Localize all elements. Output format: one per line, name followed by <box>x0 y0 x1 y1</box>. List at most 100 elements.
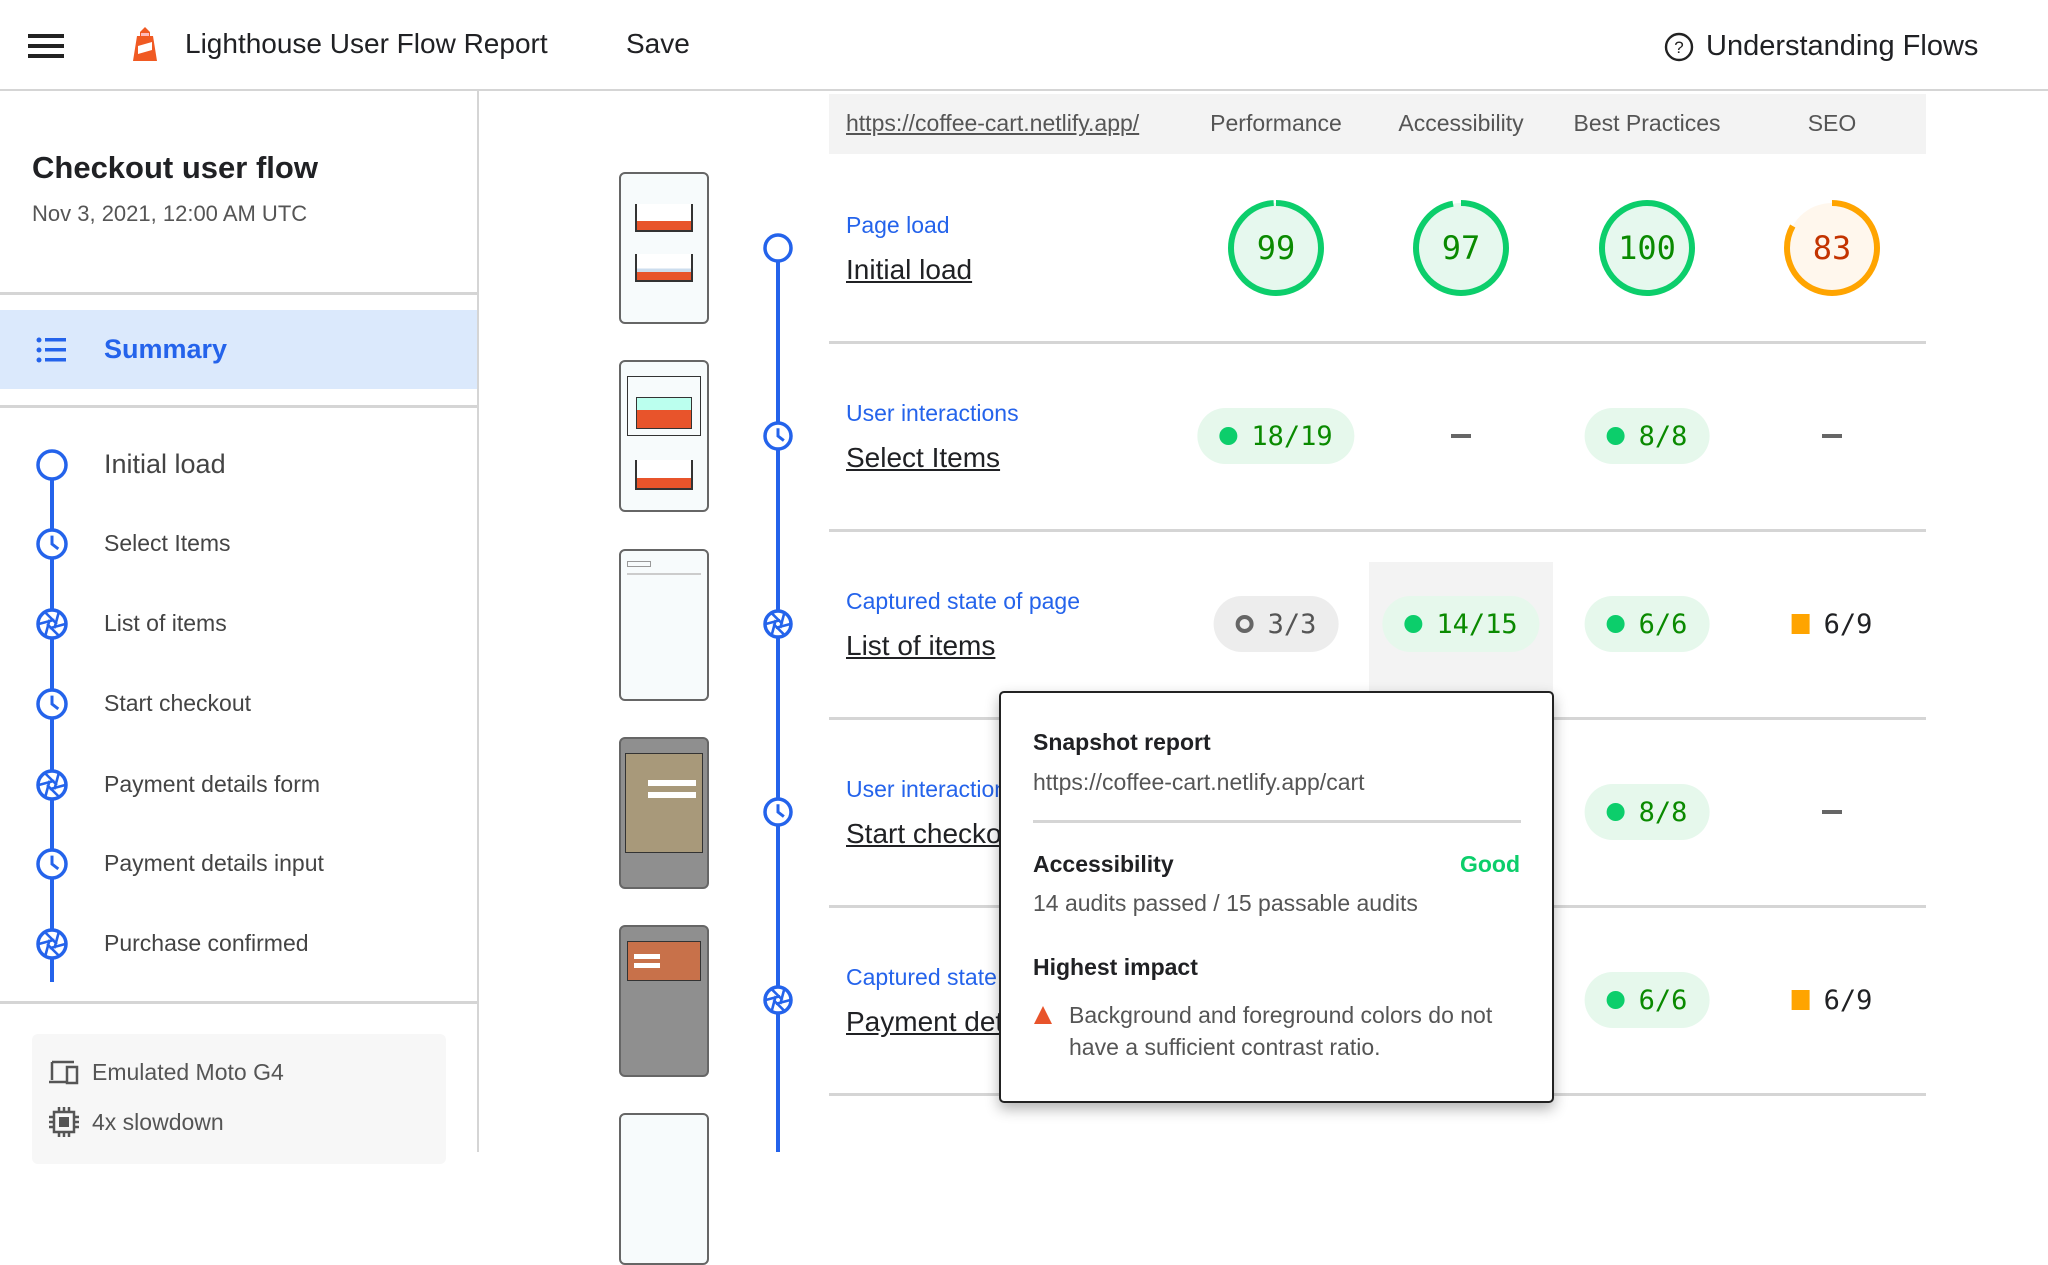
shutter-icon <box>762 984 794 1016</box>
help-circle-icon: ? <box>1664 32 1694 61</box>
row-type: Captured state of page <box>846 588 1080 614</box>
list-icon <box>36 337 66 363</box>
help-label: Understanding Flows <box>1706 30 1979 62</box>
screenshot-thumbnail[interactable] <box>619 172 709 324</box>
navigation-circle-icon <box>762 232 794 264</box>
warning-triangle-icon <box>1034 1006 1052 1024</box>
pass-dot-icon <box>1404 615 1423 633</box>
pill-value: 18/19 <box>1251 420 1333 452</box>
tooltip-category: Accessibility <box>1033 851 1174 877</box>
shutter-icon <box>35 607 69 641</box>
clock-icon <box>762 420 794 452</box>
table-header: https://coffee-cart.netlify.app/ Perform… <box>829 94 1926 154</box>
clock-icon <box>762 796 794 828</box>
divider <box>0 1001 477 1004</box>
pill-value: 8/8 <box>1638 796 1688 828</box>
pass-dot-icon <box>1219 427 1238 445</box>
tooltip-divider <box>1033 820 1521 823</box>
gauge-value: 83 <box>1813 229 1852 267</box>
snapshot-tooltip: Snapshot report https://coffee-cart.netl… <box>999 691 1554 1103</box>
sidebar-item-step[interactable]: Select Items <box>0 513 477 573</box>
svg-text:?: ? <box>1674 38 1683 57</box>
clock-icon <box>35 527 69 561</box>
tooltip-impact-title: Highest impact <box>1033 954 1198 980</box>
column-seo: SEO <box>1807 110 1857 136</box>
sidebar-item-step[interactable]: Purchase confirmed <box>0 913 477 973</box>
url-link[interactable]: https://coffee-cart.netlify.app/ <box>846 110 1139 137</box>
pill-value: 3/3 <box>1267 608 1317 640</box>
pill-value: 6/6 <box>1638 984 1688 1016</box>
sidebar-item-step[interactable]: Payment details form <box>0 754 477 814</box>
top-bar: Lighthouse User Flow Report Save ? Under… <box>0 0 2048 91</box>
env-cpu: 4x slowdown <box>48 1106 224 1138</box>
score-pill[interactable]: 6/9 <box>1770 972 1895 1028</box>
main-timeline-line <box>776 248 780 1152</box>
score-pill[interactable]: 6/6 <box>1584 972 1710 1028</box>
step-label: List of items <box>104 609 227 636</box>
divider <box>0 405 477 408</box>
save-button[interactable]: Save <box>626 28 690 60</box>
sidebar-item-step[interactable]: Initial load <box>0 434 477 494</box>
shutter-icon <box>762 608 794 640</box>
tooltip-rating: Good <box>1459 851 1520 877</box>
app-title: Lighthouse User Flow Report <box>185 28 548 59</box>
cpu-icon <box>49 1107 79 1137</box>
score-pill[interactable]: 6/6 <box>1584 596 1710 652</box>
tooltip-url: https://coffee-cart.netlify.app/cart <box>1033 769 1365 795</box>
sidebar-item-step[interactable]: Start checkout <box>0 673 477 733</box>
row-name-link[interactable]: Select Items <box>846 442 1000 474</box>
score-pill[interactable]: 8/8 <box>1584 784 1710 840</box>
na-circle-icon <box>1235 615 1254 633</box>
score-pill[interactable]: 6/9 <box>1770 596 1895 652</box>
gauge-value: 100 <box>1618 229 1676 267</box>
column-best-practices: Best Practices <box>1573 110 1721 136</box>
score-gauge[interactable]: 100 <box>1597 198 1697 298</box>
sidebar-item-step[interactable]: Payment details input <box>0 833 477 893</box>
screenshot-thumbnail[interactable] <box>619 360 709 512</box>
shutter-icon <box>35 768 69 802</box>
understanding-flows-link[interactable]: ? Understanding Flows <box>1664 30 1978 63</box>
average-square-icon <box>1791 614 1810 634</box>
row-type: User interactions <box>846 400 1019 426</box>
no-score-dash <box>1822 434 1842 438</box>
env-cpu-label: 4x slowdown <box>92 1108 224 1135</box>
screenshot-thumbnail[interactable] <box>619 549 709 701</box>
score-gauge[interactable]: 99 <box>1226 198 1326 298</box>
clock-icon <box>35 847 69 881</box>
row-name-link[interactable]: Initial load <box>846 254 972 286</box>
sidebar-item-step[interactable]: List of items <box>0 593 477 653</box>
clock-icon <box>35 687 69 721</box>
devices-icon <box>49 1060 79 1085</box>
score-pill[interactable]: 3/3 <box>1213 596 1339 652</box>
pill-value: 8/8 <box>1638 420 1688 452</box>
env-device: Emulated Moto G4 <box>48 1058 284 1086</box>
row-name-link[interactable]: List of items <box>846 630 995 662</box>
tooltip-impact-text: Background and foreground colors do not … <box>1069 1002 1493 1060</box>
step-label: Initial load <box>104 448 226 479</box>
screenshot-thumbnail[interactable] <box>619 737 709 889</box>
environment-settings: Emulated Moto G4 4x slowdown <box>32 1034 446 1164</box>
navigation-circle-icon <box>35 448 69 482</box>
gauge-value: 97 <box>1442 229 1481 267</box>
flow-title: Checkout user flow <box>32 150 318 185</box>
average-square-icon <box>1791 990 1810 1010</box>
score-gauge[interactable]: 83 <box>1782 198 1882 298</box>
score-gauge[interactable]: 97 <box>1411 198 1511 298</box>
hamburger-icon[interactable] <box>28 34 64 58</box>
screenshot-thumbnail[interactable] <box>619 1113 709 1265</box>
step-label: Payment details input <box>104 849 324 876</box>
summary-label: Summary <box>104 334 228 364</box>
shutter-icon <box>35 927 69 961</box>
score-pill[interactable]: 18/19 <box>1197 408 1355 464</box>
step-label: Purchase confirmed <box>104 929 309 956</box>
pill-value: 6/9 <box>1823 608 1873 640</box>
score-pill[interactable]: 14/15 <box>1382 596 1540 652</box>
screenshot-thumbnail[interactable] <box>619 925 709 1077</box>
sidebar-item-summary[interactable]: Summary <box>0 310 477 389</box>
score-pill[interactable]: 8/8 <box>1584 408 1710 464</box>
step-label: Select Items <box>104 529 231 556</box>
step-label: Payment details form <box>104 770 321 797</box>
pass-dot-icon <box>1606 803 1625 821</box>
tooltip-audits: 14 audits passed / 15 passable audits <box>1033 890 1418 916</box>
pill-value: 14/15 <box>1436 608 1518 640</box>
